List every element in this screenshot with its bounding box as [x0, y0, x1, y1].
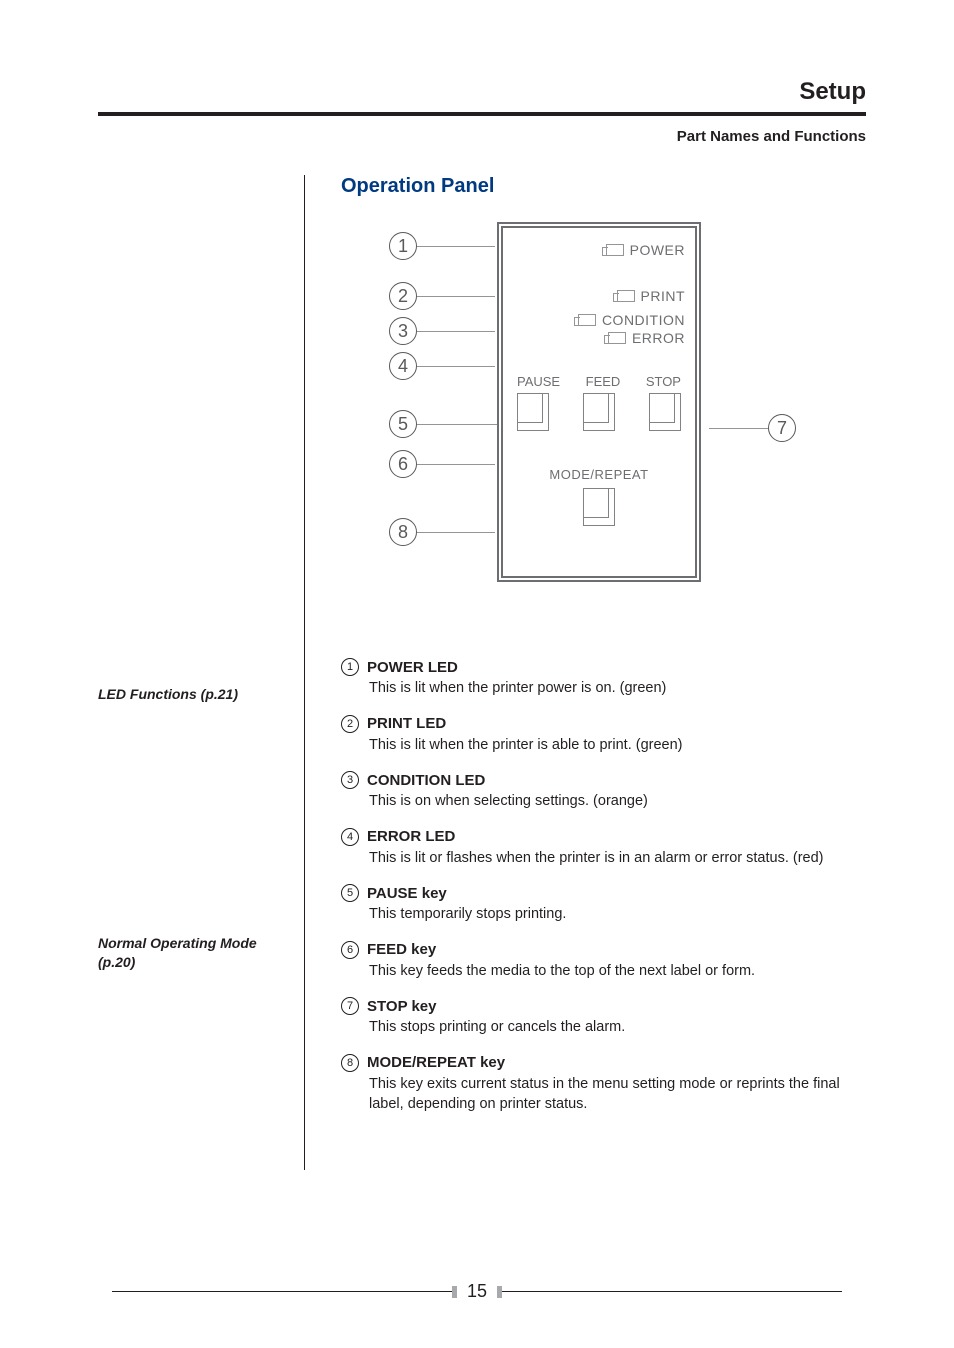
led-row-power: POWER [513, 242, 685, 258]
list-item: 3 CONDITION LED This is on when selecting… [341, 771, 866, 812]
item-desc: This is lit when the printer power is on… [369, 679, 866, 699]
page-number: 15 [457, 1281, 497, 1302]
panel-outline: POWER PRINT CONDITION ERROR PAUSE FEED S… [497, 222, 701, 582]
chapter-title: Setup [98, 78, 866, 106]
mode-repeat-label: MODE/REPEAT [513, 467, 685, 482]
callout-2: 2 [389, 282, 417, 310]
item-desc: This key feeds the media to the top of t… [369, 962, 866, 982]
item-title: POWER LED [367, 659, 458, 676]
callout-1: 1 [389, 232, 417, 260]
feed-label: FEED [586, 374, 621, 389]
error-led-label: ERROR [632, 330, 685, 346]
margin-note-mode: Normal Operating Mode (p.20) [98, 934, 304, 972]
led-icon [608, 332, 626, 344]
main-column: Operation Panel 1 2 3 4 5 6 8 POWER PRIN… [304, 175, 866, 1170]
callout-7: 7 [768, 414, 796, 442]
item-title: ERROR LED [367, 828, 455, 845]
led-row-condition: CONDITION [513, 312, 685, 328]
margin-note-mode-line1: Normal Operating Mode [98, 935, 257, 951]
stop-label: STOP [646, 374, 681, 389]
item-number: 7 [341, 997, 359, 1015]
callout-6: 6 [389, 450, 417, 478]
item-number: 3 [341, 771, 359, 789]
condition-led-label: CONDITION [602, 312, 685, 328]
print-led-label: PRINT [641, 288, 686, 304]
list-item: 5 PAUSE key This temporarily stops printi… [341, 884, 866, 925]
led-icon [606, 244, 624, 256]
section-heading: Operation Panel [341, 175, 866, 198]
button-row [513, 393, 685, 431]
button-labels-row: PAUSE FEED STOP [513, 374, 685, 389]
item-number: 5 [341, 884, 359, 902]
feed-key-icon [583, 393, 615, 431]
list-item: 2 PRINT LED This is lit when the printer … [341, 715, 866, 756]
list-item: 4 ERROR LED This is lit or flashes when t… [341, 828, 866, 869]
margin-note-led: LED Functions (p.21) [98, 685, 304, 704]
item-desc: This stops printing or cancels the alarm… [369, 1018, 866, 1038]
list-item: 1 POWER LED This is lit when the printer … [341, 658, 866, 699]
item-number: 2 [341, 715, 359, 733]
operation-panel-diagram: 1 2 3 4 5 6 8 POWER PRINT CONDITION ERRO… [389, 222, 866, 602]
pause-label: PAUSE [517, 374, 560, 389]
item-title: STOP key [367, 998, 437, 1015]
callout-5: 5 [389, 410, 417, 438]
led-icon [578, 314, 596, 326]
item-desc: This temporarily stops printing. [369, 905, 866, 925]
item-desc: This is on when selecting settings. (ora… [369, 792, 866, 812]
item-title: PRINT LED [367, 715, 446, 732]
item-title: PAUSE key [367, 885, 447, 902]
subsection-title: Part Names and Functions [98, 128, 866, 145]
item-title: FEED key [367, 941, 436, 958]
item-desc: This is lit when the printer is able to … [369, 736, 866, 756]
item-number: 1 [341, 658, 359, 676]
page-footer: 15 [0, 1281, 954, 1302]
stop-key-icon [649, 393, 681, 431]
callout-8: 8 [389, 518, 417, 546]
item-title: MODE/REPEAT key [367, 1054, 505, 1071]
item-number: 8 [341, 1054, 359, 1072]
power-led-label: POWER [630, 242, 685, 258]
item-number: 6 [341, 941, 359, 959]
item-number: 4 [341, 828, 359, 846]
item-desc: This key exits current status in the men… [369, 1075, 866, 1114]
list-item: 7 STOP key This stops printing or cancels… [341, 997, 866, 1038]
led-row-error: ERROR [513, 330, 685, 346]
margin-column: LED Functions (p.21) Normal Operating Mo… [98, 175, 304, 1170]
divider [98, 112, 866, 116]
mode-repeat-key-icon [583, 488, 615, 526]
led-row-print: PRINT [513, 288, 685, 304]
item-title: CONDITION LED [367, 772, 485, 789]
list-item: 8 MODE/REPEAT key This key exits current … [341, 1054, 866, 1114]
list-item: 6 FEED key This key feeds the media to th… [341, 941, 866, 982]
led-icon [617, 290, 635, 302]
pause-key-icon [517, 393, 549, 431]
item-desc: This is lit or flashes when the printer … [369, 849, 866, 869]
callout-4: 4 [389, 352, 417, 380]
margin-note-mode-line2: (p.20) [98, 954, 135, 970]
callout-3: 3 [389, 317, 417, 345]
